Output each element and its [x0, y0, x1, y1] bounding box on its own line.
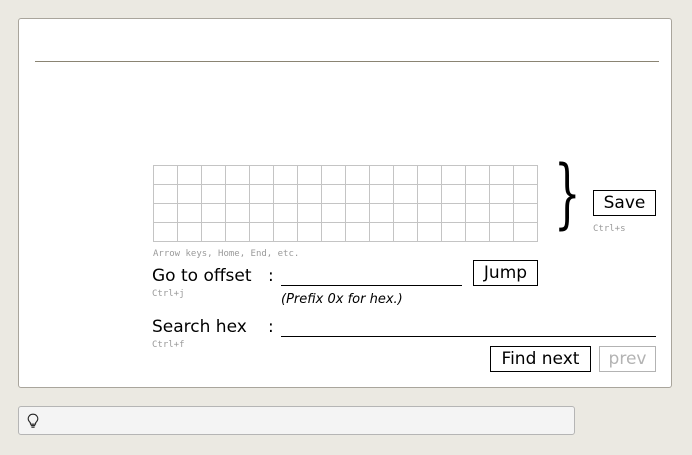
hex-cell[interactable] — [466, 166, 490, 185]
hex-cell[interactable] — [442, 223, 466, 242]
hex-grid[interactable] — [153, 165, 538, 242]
hex-cell[interactable] — [466, 185, 490, 204]
hex-cell[interactable] — [514, 204, 538, 223]
hex-cell[interactable] — [442, 185, 466, 204]
brace-glyph: } — [554, 148, 581, 237]
hex-nav-hint: Arrow keys, Home, End, etc. — [153, 249, 300, 259]
hex-prefix-note: (Prefix 0x for hex.) — [281, 292, 403, 307]
hex-cell[interactable] — [226, 185, 250, 204]
hex-cell[interactable] — [490, 204, 514, 223]
hex-cell[interactable] — [514, 185, 538, 204]
find-next-button[interactable]: Find next — [490, 346, 591, 372]
hex-cell[interactable] — [490, 185, 514, 204]
hex-cell[interactable] — [442, 204, 466, 223]
status-bar — [18, 406, 575, 435]
hex-cell[interactable] — [394, 223, 418, 242]
hex-cell[interactable] — [394, 166, 418, 185]
hex-cell[interactable] — [298, 204, 322, 223]
goto-offset-label: Go to offset — [152, 266, 252, 286]
hex-cell[interactable] — [226, 166, 250, 185]
search-shortcut-hint: Ctrl+f — [152, 340, 185, 350]
hex-cell[interactable] — [202, 204, 226, 223]
hex-cell[interactable] — [226, 204, 250, 223]
hex-cell[interactable] — [250, 223, 274, 242]
hex-cell[interactable] — [178, 204, 202, 223]
hex-cell[interactable] — [274, 185, 298, 204]
hex-cell[interactable] — [418, 223, 442, 242]
hex-cell[interactable] — [394, 185, 418, 204]
search-hex-input[interactable] — [281, 318, 656, 337]
goto-offset-input[interactable] — [281, 267, 462, 286]
hex-cell[interactable] — [490, 223, 514, 242]
hex-cell[interactable] — [418, 185, 442, 204]
hex-cell[interactable] — [370, 166, 394, 185]
hex-cell[interactable] — [514, 223, 538, 242]
hex-cell[interactable] — [514, 166, 538, 185]
save-shortcut-hint: Ctrl+s — [593, 224, 626, 234]
hex-cell[interactable] — [202, 223, 226, 242]
hex-cell[interactable] — [490, 166, 514, 185]
hex-cell[interactable] — [346, 185, 370, 204]
hex-cell[interactable] — [466, 223, 490, 242]
hex-cell[interactable] — [154, 223, 178, 242]
hex-cell[interactable] — [250, 204, 274, 223]
hex-cell[interactable] — [346, 166, 370, 185]
hex-cell[interactable] — [370, 223, 394, 242]
goto-shortcut-hint: Ctrl+j — [152, 289, 185, 299]
hex-cell[interactable] — [346, 223, 370, 242]
hex-cell[interactable] — [394, 204, 418, 223]
hex-cell[interactable] — [274, 204, 298, 223]
title-rule — [35, 61, 659, 62]
jump-button[interactable]: Jump — [473, 260, 538, 286]
hex-cell[interactable] — [442, 166, 466, 185]
hex-cell[interactable] — [154, 185, 178, 204]
hex-cell[interactable] — [322, 204, 346, 223]
hex-cell[interactable] — [418, 166, 442, 185]
search-hex-colon: : — [268, 317, 274, 337]
hex-cell[interactable] — [274, 166, 298, 185]
hex-cell[interactable] — [226, 223, 250, 242]
hex-cell[interactable] — [370, 185, 394, 204]
lightbulb-icon — [27, 413, 39, 428]
hex-cell[interactable] — [322, 185, 346, 204]
hex-cell[interactable] — [178, 166, 202, 185]
hex-cell[interactable] — [322, 223, 346, 242]
hex-cell[interactable] — [346, 204, 370, 223]
hex-cell[interactable] — [250, 185, 274, 204]
hex-cell[interactable] — [298, 223, 322, 242]
hex-cell[interactable] — [274, 223, 298, 242]
hex-cell[interactable] — [178, 185, 202, 204]
editor-panel: Arrow keys, Home, End, etc. } Save Ctrl+… — [18, 18, 672, 388]
hex-cell[interactable] — [298, 166, 322, 185]
hex-cell[interactable] — [202, 185, 226, 204]
hex-cell[interactable] — [370, 204, 394, 223]
hex-cell[interactable] — [178, 223, 202, 242]
hex-cell[interactable] — [154, 166, 178, 185]
prev-button[interactable]: prev — [599, 346, 656, 372]
goto-offset-colon: : — [268, 266, 274, 286]
hex-cell[interactable] — [466, 204, 490, 223]
hex-cell[interactable] — [418, 204, 442, 223]
hex-cell[interactable] — [250, 166, 274, 185]
hex-cell[interactable] — [154, 204, 178, 223]
hex-cell[interactable] — [298, 185, 322, 204]
hex-cell[interactable] — [322, 166, 346, 185]
save-button[interactable]: Save — [593, 190, 656, 216]
hex-cell[interactable] — [202, 166, 226, 185]
search-hex-label: Search hex — [152, 317, 247, 337]
